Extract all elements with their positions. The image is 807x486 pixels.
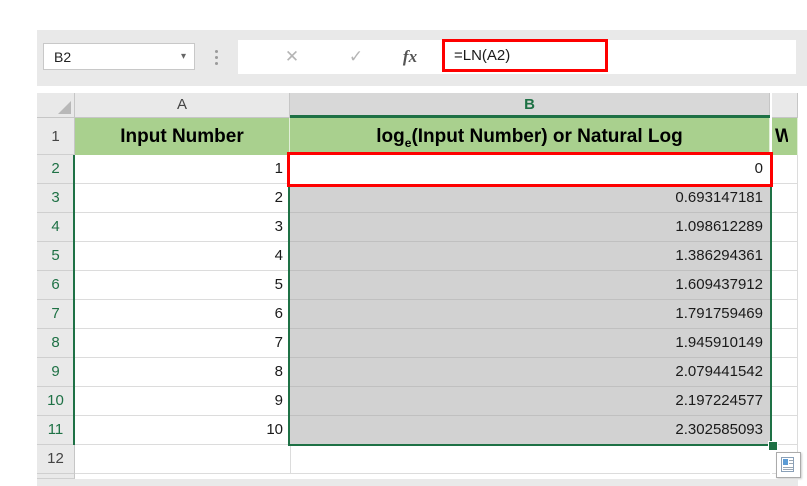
cell-B5[interactable]: 1.386294361: [290, 242, 770, 271]
select-all-triangle-icon: [58, 101, 71, 114]
cell-B4[interactable]: 1.098612289: [290, 213, 770, 242]
cell-B9[interactable]: 2.079441542: [290, 358, 770, 387]
fill-handle[interactable]: [768, 441, 778, 451]
row-header-7[interactable]: 7: [37, 300, 75, 329]
cell-A2[interactable]: 1: [75, 155, 290, 184]
cell-A3[interactable]: 2: [75, 184, 290, 213]
selected-rows-accent-line: [73, 155, 75, 445]
row-header-8[interactable]: 8: [37, 329, 75, 358]
row-header-11[interactable]: 11: [37, 416, 75, 445]
cell-B8[interactable]: 1.945910149: [290, 329, 770, 358]
cell-A1[interactable]: Input Number: [75, 118, 290, 155]
row-header-4[interactable]: 4: [37, 213, 75, 242]
gridline: [290, 445, 291, 474]
name-box[interactable]: B2 ▾: [43, 43, 195, 70]
row-header-3[interactable]: 3: [37, 184, 75, 213]
b1-log-text: log: [376, 126, 405, 147]
formula-bar-panel: B2 ▾ ✕ ✓ fx =LN(A2): [37, 30, 807, 86]
auto-fill-options-icon: [781, 457, 794, 472]
cell-B3[interactable]: 0.693147181: [290, 184, 770, 213]
cell-A4[interactable]: 3: [75, 213, 290, 242]
cell-A5[interactable]: 4: [75, 242, 290, 271]
cell-B10[interactable]: 2.197224577: [290, 387, 770, 416]
cell-A10[interactable]: 9: [75, 387, 290, 416]
cell-B6[interactable]: 1.609437912: [290, 271, 770, 300]
column-C-cells[interactable]: [772, 155, 798, 474]
cell-A11[interactable]: 10: [75, 416, 290, 445]
row-header-6[interactable]: 6: [37, 271, 75, 300]
formula-input[interactable]: =LN(A2): [442, 39, 608, 72]
enter-icon[interactable]: ✓: [336, 40, 376, 74]
column-header-A[interactable]: A: [75, 93, 290, 118]
formula-text: =LN(A2): [454, 47, 511, 64]
b1-suffix-text: (Input Number) or Natural Log: [411, 126, 683, 147]
cell-C1-partial[interactable]: W: [772, 118, 798, 155]
cell-B11[interactable]: 2.302585093: [290, 416, 770, 445]
separator-dots-icon: [209, 40, 223, 74]
column-header-C[interactable]: [772, 93, 798, 118]
formula-bar: ✕ ✓ fx =LN(A2): [238, 39, 796, 74]
cell-A9[interactable]: 8: [75, 358, 290, 387]
row-header-1[interactable]: 1: [37, 118, 75, 155]
cell-A8[interactable]: 7: [75, 329, 290, 358]
cell-B2[interactable]: 0: [290, 155, 770, 184]
bottom-edge-strip: [37, 479, 798, 486]
row-header-10[interactable]: 10: [37, 387, 75, 416]
insert-function-icon[interactable]: fx: [390, 40, 430, 74]
row-header-9[interactable]: 9: [37, 358, 75, 387]
row-header-12[interactable]: 12: [37, 445, 75, 474]
cell-B7[interactable]: 1.791759469: [290, 300, 770, 329]
excel-window: B2 ▾ ✕ ✓ fx =LN(A2) A B 1 2 3 4 5 6 7 8 …: [0, 0, 807, 486]
cell-B1[interactable]: loge(Input Number) or Natural Log: [290, 118, 770, 155]
cell-A7[interactable]: 6: [75, 300, 290, 329]
select-all-button[interactable]: [37, 93, 75, 118]
cell-A12[interactable]: [75, 445, 290, 474]
cancel-icon[interactable]: ✕: [272, 40, 312, 74]
row-header-5[interactable]: 5: [37, 242, 75, 271]
name-box-value: B2: [54, 48, 72, 65]
row-header-2[interactable]: 2: [37, 155, 75, 184]
c1-clipped-text: W: [772, 118, 788, 155]
cell-B12[interactable]: [290, 445, 770, 474]
cell-A6[interactable]: 5: [75, 271, 290, 300]
auto-fill-options-button[interactable]: [776, 452, 801, 478]
name-box-dropdown-icon[interactable]: ▾: [181, 51, 194, 62]
